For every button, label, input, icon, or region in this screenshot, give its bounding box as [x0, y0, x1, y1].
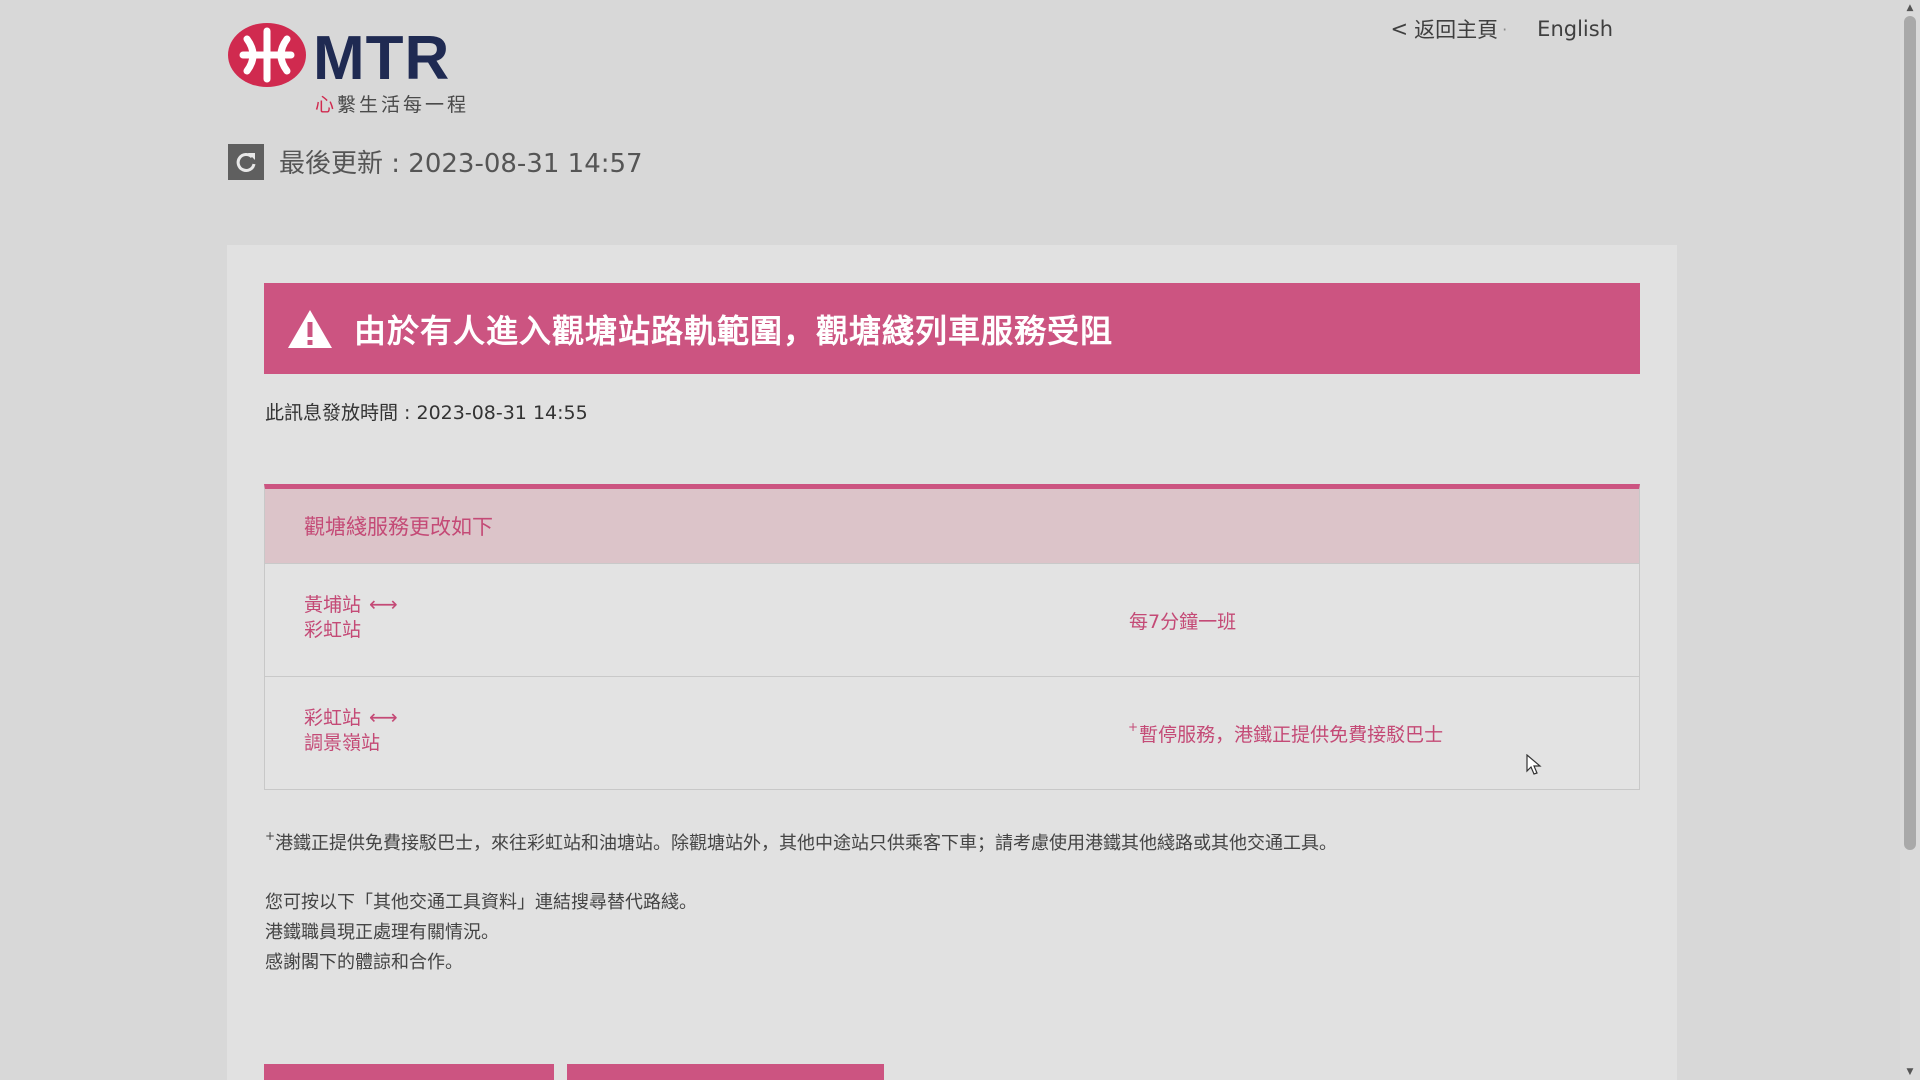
- route-from: 彩虹站: [304, 707, 362, 729]
- route-note: +暫停服務，港鐵正提供免費接駁巴士: [1128, 720, 1443, 747]
- issued-time: 此訊息發放時間 : 2023-08-31 14:55: [265, 402, 588, 424]
- bottom-button-1[interactable]: [264, 1064, 554, 1080]
- bidirectional-arrow-icon: ⟷: [369, 705, 398, 729]
- chevron-left-icon: <: [1390, 17, 1409, 41]
- route-note-text: 暫停服務，港鐵正提供免費接駁巴士: [1139, 724, 1444, 746]
- header: MTR 心繫生活每一程 < 返回主頁 · English 最後更新 : 2023…: [0, 0, 1900, 240]
- info-line: 您可按以下「其他交通工具資料」連結搜尋替代路綫。: [265, 892, 697, 913]
- service-table-header: 觀塘綫服務更改如下: [265, 489, 1639, 563]
- vertical-scrollbar[interactable]: ▲ ▼: [1900, 0, 1920, 1080]
- info-line: 港鐵職員現正處理有關情況。: [265, 922, 499, 943]
- refresh-icon[interactable]: [228, 143, 264, 180]
- footnote-text: 港鐵正提供免費接駁巴士，來往彩虹站和油塘站。除觀塘站外，其他中途站只供乘客下車；…: [275, 833, 1338, 854]
- warning-icon: [288, 309, 332, 348]
- last-updated-text: 最後更新 : 2023-08-31 14:57: [279, 149, 643, 179]
- slogan-rest: 繫生活每一程: [337, 94, 470, 116]
- alert-card: 由於有人進入觀塘站路軌範圍，觀塘綫列車服務受阻 此訊息發放時間 : 2023-0…: [227, 245, 1677, 1080]
- footnote: +港鐵正提供免費接駁巴士，來往彩虹站和油塘站。除觀塘站外，其他中途站只供乘客下車…: [265, 829, 1337, 855]
- footnote-mark: +: [265, 829, 276, 843]
- route-note: 每7分鐘一班: [1128, 607, 1236, 634]
- service-table: 觀塘綫服務更改如下 黃埔站 ⟷ 彩虹站 每7分鐘一班 彩虹站 ⟷ 調景嶺站 +暫停服…: [264, 484, 1640, 790]
- mouse-cursor-icon: [1526, 754, 1542, 775]
- info-text: 您可按以下「其他交通工具資料」連結搜尋替代路綫。 港鐵職員現正處理有關情況。 感…: [265, 888, 697, 978]
- back-home-link[interactable]: < 返回主頁: [1390, 14, 1498, 44]
- route-from: 黃埔站: [304, 594, 362, 616]
- route-to: 調景嶺站: [304, 732, 381, 754]
- scroll-down-arrow-icon[interactable]: ▼: [1900, 1064, 1920, 1080]
- info-line: 感謝閣下的體諒和合作。: [265, 952, 463, 973]
- mtr-logo[interactable]: MTR 心繫生活每一程: [227, 22, 487, 117]
- alert-banner: 由於有人進入觀塘站路軌範圍，觀塘綫列車服務受阻: [264, 283, 1640, 374]
- bottom-button-2[interactable]: [567, 1064, 884, 1080]
- route-to: 彩虹站: [304, 619, 362, 641]
- slogan-first-char: 心: [315, 94, 338, 116]
- mtr-logo-icon: [228, 23, 306, 87]
- route-segment: 黃埔站 ⟷ 彩虹站: [304, 592, 398, 643]
- table-row: 黃埔站 ⟷ 彩虹站 每7分鐘一班: [265, 563, 1639, 676]
- back-home-label: 返回主頁: [1414, 18, 1499, 42]
- scroll-up-arrow-icon[interactable]: ▲: [1900, 0, 1920, 16]
- scrollbar-thumb[interactable]: [1904, 16, 1916, 850]
- route-segment: 彩虹站 ⟷ 調景嶺站: [304, 705, 398, 756]
- route-note-text: 每7分鐘一班: [1129, 611, 1237, 633]
- top-nav: < 返回主頁 · English: [1390, 14, 1613, 44]
- nav-separator: ·: [1502, 19, 1508, 39]
- logo-slogan: 心繫生活每一程: [315, 90, 469, 117]
- logo-wordmark: MTR: [313, 24, 451, 93]
- alert-title: 由於有人進入觀塘站路軌範圍，觀塘綫列車服務受阻: [354, 311, 1114, 350]
- language-switch-link[interactable]: English: [1537, 17, 1613, 41]
- bidirectional-arrow-icon: ⟷: [369, 592, 398, 616]
- page: MTR 心繫生活每一程 < 返回主頁 · English 最後更新 : 2023…: [0, 0, 1920, 1080]
- table-row: 彩虹站 ⟷ 調景嶺站 +暫停服務，港鐵正提供免費接駁巴士: [265, 676, 1639, 789]
- note-mark: +: [1128, 720, 1139, 734]
- last-updated: 最後更新 : 2023-08-31 14:57: [228, 143, 643, 180]
